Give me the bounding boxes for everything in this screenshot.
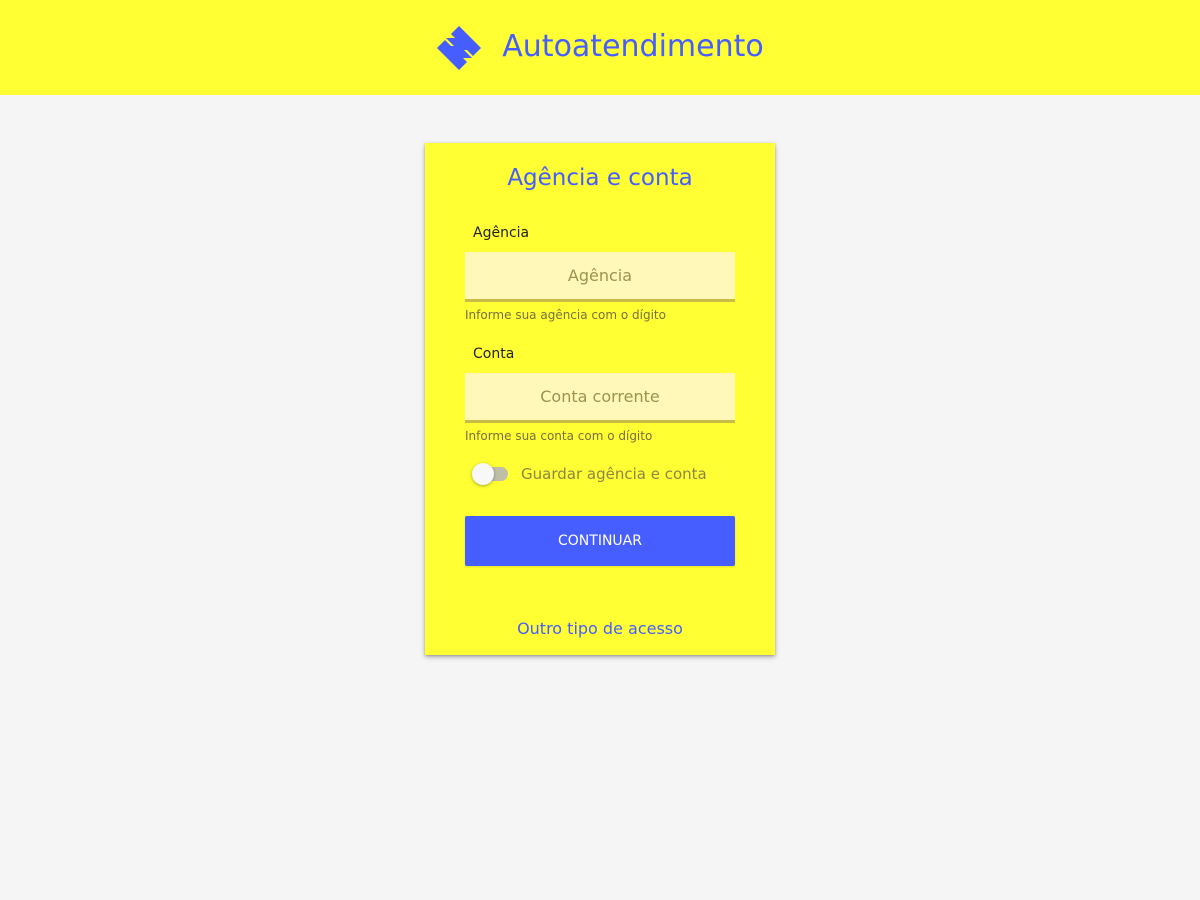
agency-helper-text: Informe sua agência com o dígito — [465, 308, 666, 322]
continue-button[interactable]: CONTINUAR — [465, 516, 735, 566]
login-card: Agência e conta Agência Informe sua agên… — [425, 143, 775, 655]
bank-logo-icon — [437, 25, 482, 70]
account-input[interactable] — [465, 373, 735, 423]
agency-label: Agência — [473, 225, 530, 241]
brand: Autoatendimento — [436, 25, 764, 71]
card-title: Agência e conta — [507, 165, 693, 191]
account-helper-text: Informe sua conta com o dígito — [465, 429, 653, 443]
toggle-thumb — [472, 463, 494, 485]
agency-input[interactable] — [465, 252, 735, 302]
account-label: Conta — [473, 346, 515, 362]
remember-account-label[interactable]: Guardar agência e conta — [521, 464, 707, 484]
top-header: Autoatendimento — [0, 0, 1200, 95]
other-access-link[interactable]: Outro tipo de acesso — [425, 618, 775, 640]
remember-account-toggle[interactable] — [472, 462, 512, 486]
app-title: Autoatendimento — [502, 28, 764, 64]
